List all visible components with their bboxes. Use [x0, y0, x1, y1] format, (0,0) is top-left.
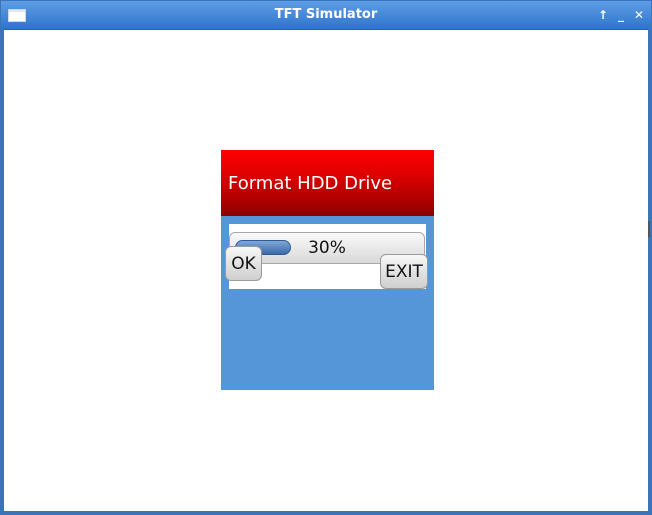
window-border-right — [648, 29, 651, 512]
app-window: TFT Simulator ↑ _ ✕ Format HDD Drive 30%… — [0, 0, 652, 515]
ok-button[interactable]: OK — [225, 246, 262, 281]
shade-up-icon[interactable]: ↑ — [595, 7, 611, 23]
dialog-header: Format HDD Drive — [221, 150, 434, 216]
title-bar[interactable]: TFT Simulator ↑ _ ✕ — [1, 1, 651, 30]
window-border-bottom — [1, 511, 651, 515]
close-icon[interactable]: ✕ — [631, 7, 647, 23]
dialog-title: Format HDD Drive — [228, 173, 393, 194]
window-title: TFT Simulator — [274, 7, 378, 22]
dialog-content-panel: 30% OK EXIT — [225, 224, 428, 289]
exit-button[interactable]: EXIT — [380, 254, 428, 289]
resize-handle[interactable] — [648, 221, 650, 237]
minimize-icon[interactable]: _ — [613, 7, 629, 23]
format-dialog: Format HDD Drive 30% OK EXIT — [221, 150, 434, 390]
